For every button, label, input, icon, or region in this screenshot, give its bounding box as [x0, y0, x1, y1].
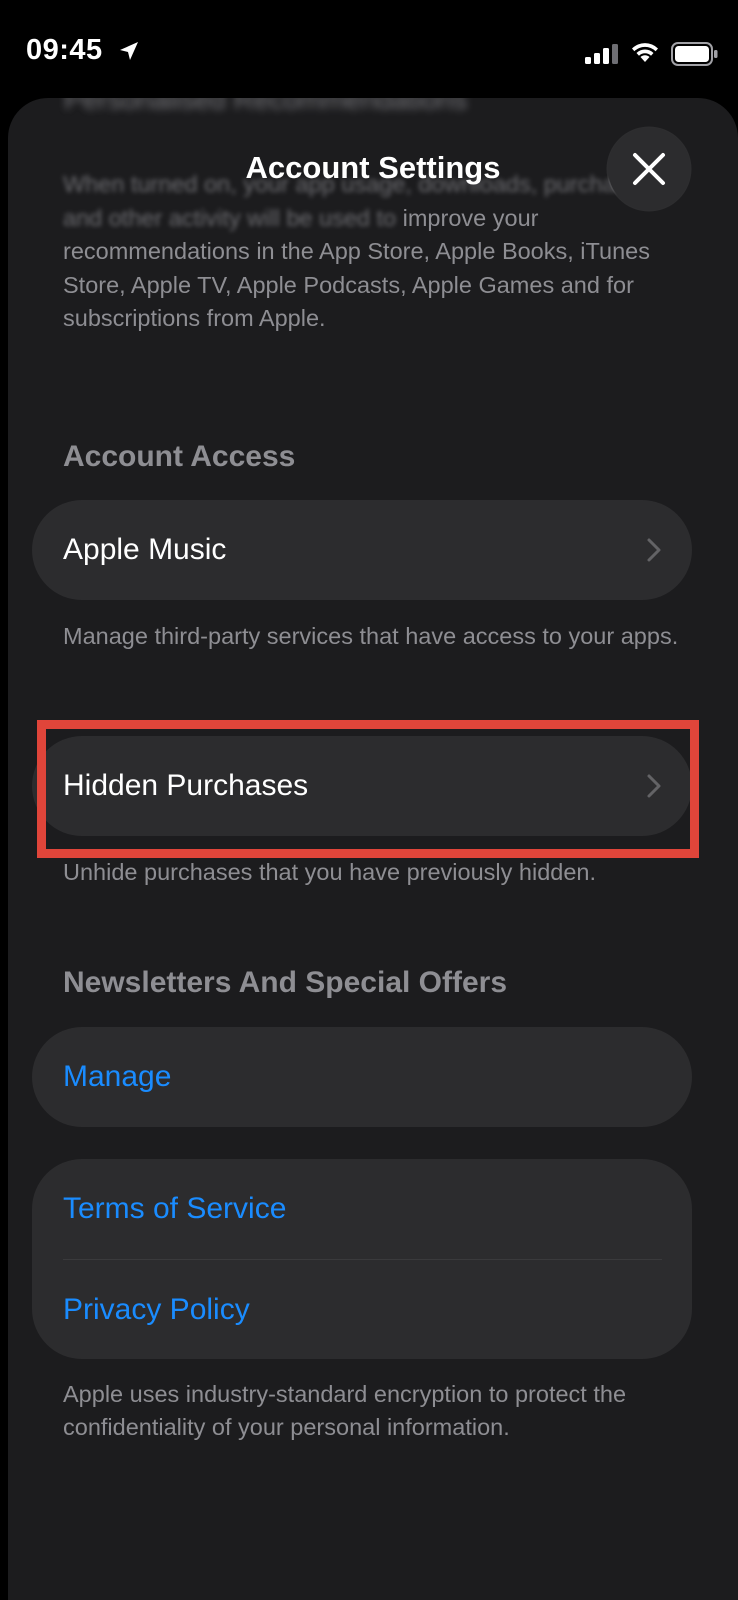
section-header-account-access: Account Access — [63, 440, 296, 473]
close-icon — [633, 153, 665, 185]
status-bar: 09:45 — [0, 0, 738, 100]
privacy-policy-link: Privacy Policy — [63, 1292, 250, 1326]
close-button[interactable] — [608, 128, 690, 210]
manage-row[interactable]: Manage — [32, 1027, 692, 1127]
legal-group: Terms of Service Privacy Policy — [32, 1159, 692, 1359]
chevron-right-icon — [647, 538, 661, 562]
account-access-group: Apple Music — [32, 500, 692, 600]
battery-icon — [671, 42, 718, 66]
apple-music-row[interactable]: Apple Music — [32, 500, 692, 600]
location-arrow-icon — [120, 42, 138, 60]
terms-of-service-row[interactable]: Terms of Service — [32, 1159, 692, 1259]
newsletters-group: Manage — [32, 1027, 692, 1127]
recommendations-description: When turned on, your app usage, download… — [63, 168, 683, 336]
encryption-footnote: Apple uses industry-standard encryption … — [63, 1381, 627, 1440]
privacy-policy-row[interactable]: Privacy Policy — [32, 1260, 692, 1359]
apple-music-label: Apple Music — [63, 533, 227, 566]
wifi-icon — [632, 43, 658, 62]
blurred-section-header: Personalised Recommendations — [64, 98, 468, 115]
manage-link: Manage — [63, 1060, 172, 1093]
status-time: 09:45 — [26, 34, 103, 66]
section-header-newsletters: Newsletters And Special Offers — [63, 966, 508, 999]
hidden-purchases-footnote: Unhide purchases that you have previousl… — [63, 859, 597, 885]
terms-of-service-link: Terms of Service — [63, 1192, 287, 1225]
account-access-footnote: Manage third-party services that have ac… — [63, 623, 679, 649]
highlight-box — [37, 720, 699, 858]
cellular-signal-icon — [585, 44, 618, 64]
